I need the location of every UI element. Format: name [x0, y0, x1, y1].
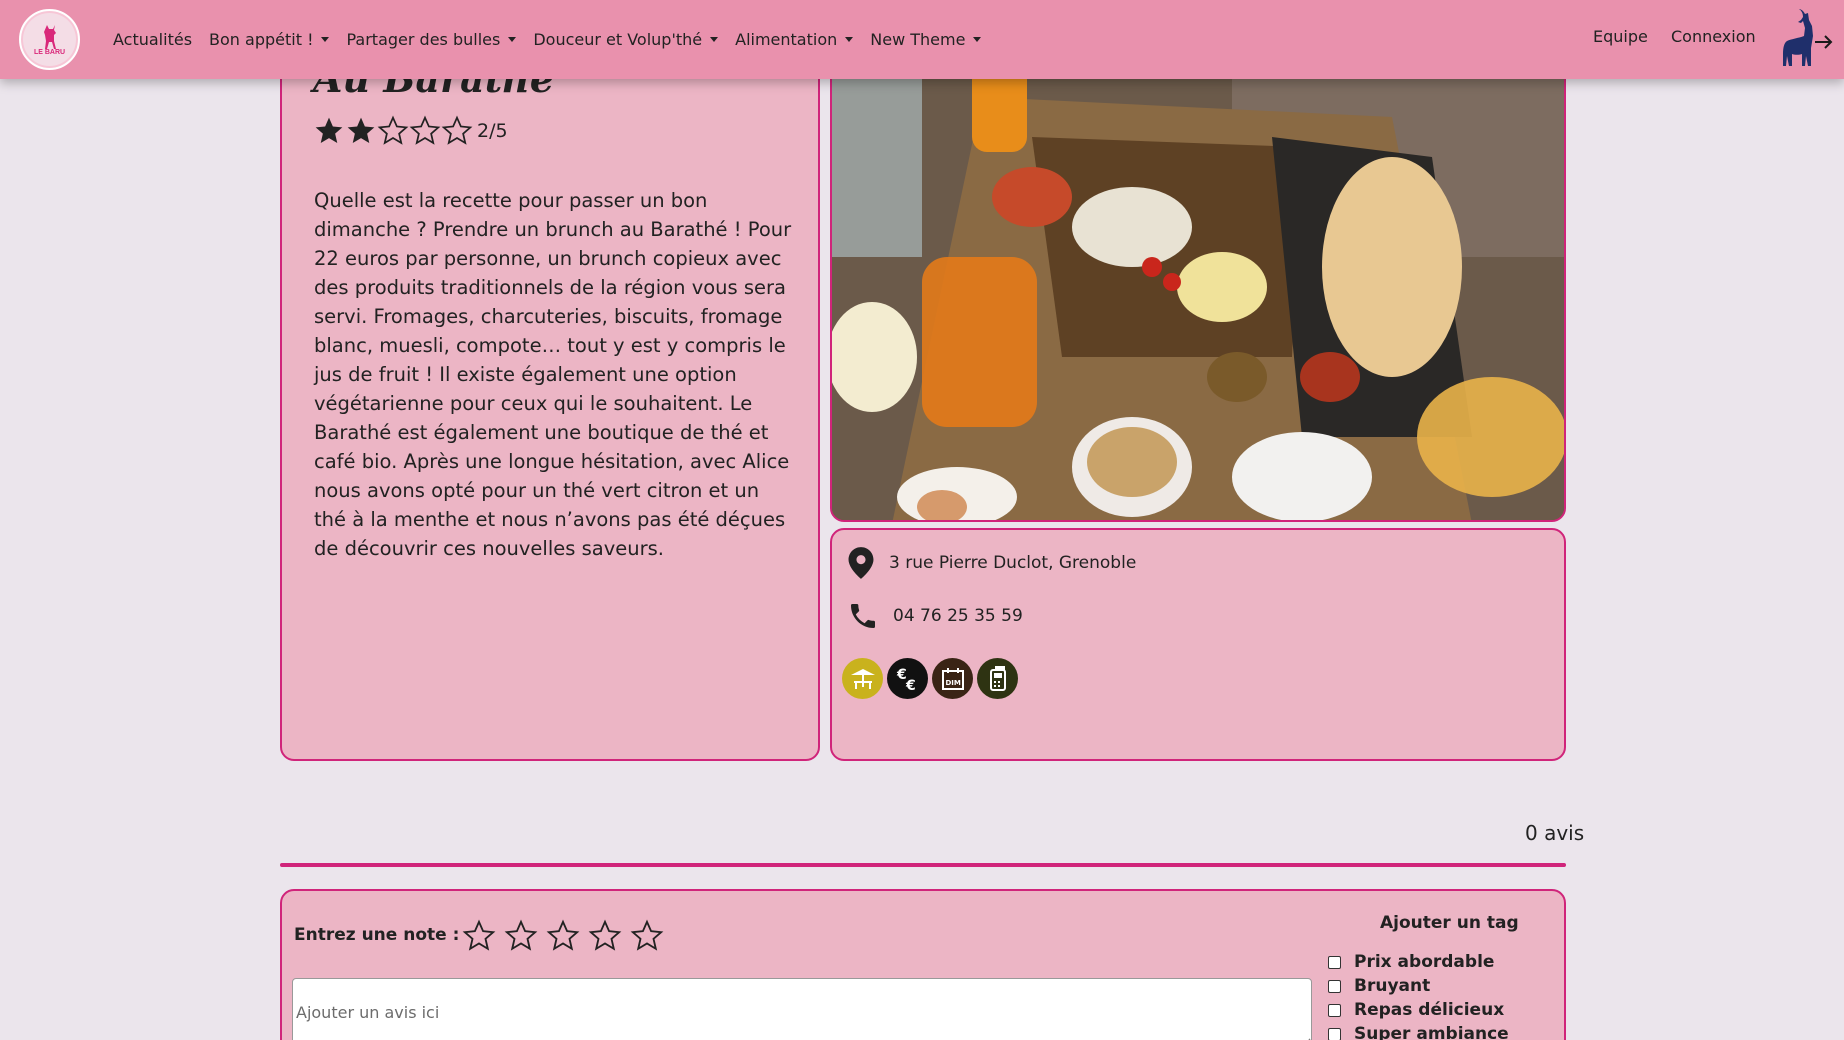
- nav-equipe[interactable]: Equipe: [1593, 27, 1648, 46]
- sunday-calendar-icon: DIM: [932, 658, 973, 699]
- nav-alimentation[interactable]: Alimentation: [735, 30, 854, 49]
- tag-label: Repas délicieux: [1354, 1000, 1505, 1020]
- caret-down-icon: [321, 37, 330, 42]
- star-filled-icon: [347, 117, 375, 143]
- svg-text:€: €: [905, 678, 916, 693]
- star-empty-icon: [441, 115, 473, 145]
- tag-checkbox-prix-abordable[interactable]: [1328, 955, 1341, 969]
- address-row: 3 rue Pierre Duclot, Grenoble: [847, 546, 1136, 580]
- nav-bon-appetit-label: Bon appétit !: [209, 30, 314, 49]
- star-empty-icon: [409, 115, 441, 145]
- nav-actualites[interactable]: Actualités: [113, 30, 192, 49]
- nav-new-theme[interactable]: New Theme: [870, 30, 982, 49]
- tag-list: Prix abordable Bruyant Repas délicieux S…: [1328, 950, 1509, 1040]
- goat-logo-icon: [43, 25, 56, 49]
- caret-down-icon: [973, 37, 982, 42]
- site-logo[interactable]: LE BARU: [19, 9, 80, 70]
- brunch-photo: [832, 57, 1564, 520]
- terrace-icon: [842, 658, 883, 699]
- review-count: 0 avis: [1525, 821, 1585, 845]
- rating-stars: 2/5: [313, 115, 508, 147]
- tag-title: Ajouter un tag: [1380, 913, 1519, 933]
- tag-checkbox-super-ambiance[interactable]: [1328, 1027, 1341, 1040]
- phone-icon: [851, 604, 875, 628]
- caret-down-icon: [508, 37, 517, 42]
- restaurant-description: Quelle est la recette pour passer un bon…: [314, 189, 792, 560]
- tag-label: Prix abordable: [1354, 952, 1495, 972]
- caret-down-icon: [845, 37, 854, 42]
- nav-partager-des-bulles[interactable]: Partager des bulles: [346, 30, 517, 49]
- nav-bon-appetit[interactable]: Bon appétit !: [209, 30, 330, 49]
- section-divider: [280, 863, 1566, 867]
- map-pin-icon: [848, 547, 874, 579]
- rate-star-2-icon[interactable]: [504, 919, 538, 953]
- tag-label: Super ambiance: [1354, 1024, 1509, 1040]
- rate-star-3-icon[interactable]: [546, 919, 580, 953]
- caret-down-icon: [710, 37, 719, 42]
- nav-partager-label: Partager des bulles: [346, 30, 501, 49]
- tag-checkbox-bruyant[interactable]: [1328, 979, 1341, 993]
- nav-douceur-label: Douceur et Volup'thé: [533, 30, 703, 49]
- terminal-icon: [977, 658, 1018, 699]
- main-menu: Actualités Bon appétit ! Partager des bu…: [113, 0, 998, 79]
- tag-label: Bruyant: [1354, 976, 1431, 996]
- tag-item: Bruyant: [1328, 974, 1509, 998]
- rate-star-5-icon[interactable]: [630, 919, 664, 953]
- logo-text: LE BARU: [33, 49, 66, 56]
- navbar: LE BARU Actualités Bon appétit ! Partage…: [0, 0, 1844, 79]
- euro-icon: € €: [887, 658, 928, 699]
- nav-connexion[interactable]: Connexion: [1671, 27, 1756, 46]
- tag-item: Super ambiance: [1328, 1022, 1509, 1040]
- note-stars-input: [462, 919, 672, 953]
- nav-new-theme-label: New Theme: [870, 30, 966, 49]
- add-review-card: Entrez une note : Ajouter un tag Prix ab…: [280, 889, 1566, 1040]
- star-filled-icon: [315, 117, 343, 143]
- rate-star-4-icon[interactable]: [588, 919, 622, 953]
- tag-checkbox-repas-delicieux[interactable]: [1328, 1003, 1341, 1017]
- goat-login-icon[interactable]: [1775, 8, 1833, 72]
- rating-text: 2/5: [477, 120, 508, 142]
- phone-text: 04 76 25 35 59: [893, 606, 1023, 626]
- feature-badges: € € DIM: [842, 658, 1022, 699]
- restaurant-photo: [830, 55, 1566, 522]
- nav-alimentation-label: Alimentation: [735, 30, 838, 49]
- sunday-badge-text: DIM: [945, 679, 960, 687]
- nav-douceur-et-volupthe[interactable]: Douceur et Volup'thé: [533, 30, 719, 49]
- tag-item: Prix abordable: [1328, 950, 1509, 974]
- note-label: Entrez une note :: [294, 925, 460, 945]
- rate-star-1-icon[interactable]: [462, 919, 496, 953]
- restaurant-info-card: 3 rue Pierre Duclot, Grenoble 04 76 25 3…: [830, 528, 1566, 761]
- phone-row: 04 76 25 35 59: [847, 599, 1023, 633]
- address-text: 3 rue Pierre Duclot, Grenoble: [889, 553, 1137, 573]
- star-empty-icon: [377, 115, 409, 145]
- review-textarea[interactable]: [292, 978, 1312, 1040]
- tag-item: Repas délicieux: [1328, 998, 1509, 1022]
- nav-actualites-label: Actualités: [113, 30, 193, 49]
